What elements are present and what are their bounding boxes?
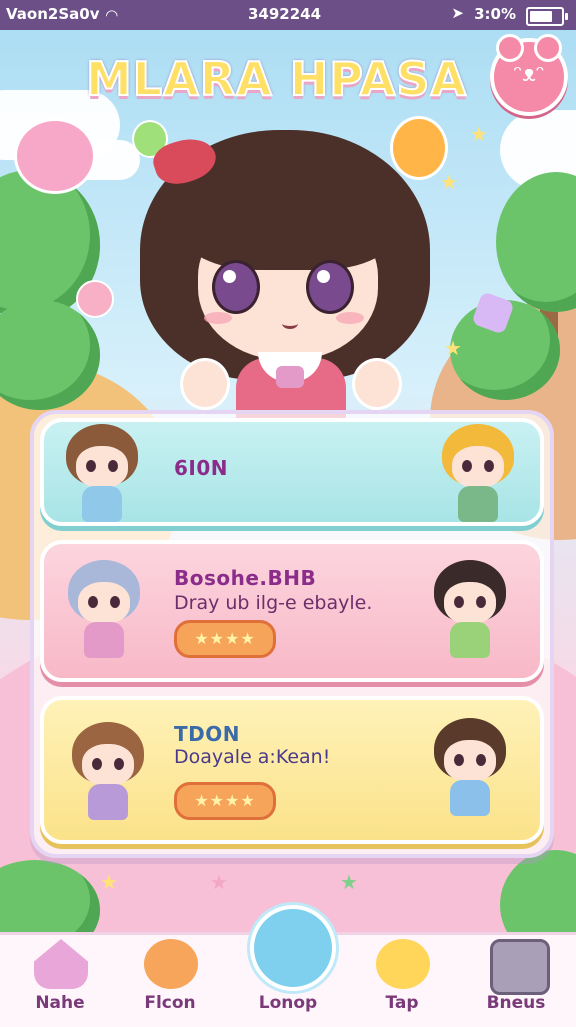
nav-label: Bneus: [486, 993, 546, 1013]
nav-item-flcon[interactable]: Flcon: [120, 935, 220, 1027]
bottom-nav: Nahe Flcon Lonop Tap Bneus: [0, 905, 576, 1027]
clock-text: 3492244: [248, 5, 322, 23]
pink-face-balloon: [76, 280, 114, 318]
star-icon: ★: [470, 122, 488, 146]
character-eye: [306, 260, 354, 314]
chibi-avatar-left: [66, 722, 150, 822]
character-bangs: [180, 160, 398, 270]
nav-item-tap[interactable]: Tap: [352, 935, 452, 1027]
bear-face-icon: ᵔᴥᵔ: [513, 62, 545, 87]
chibi-avatar-left: [62, 560, 146, 660]
nav-label: Tap: [385, 993, 419, 1013]
star-rating: ★★★★: [174, 782, 276, 820]
battery-icon: [526, 7, 568, 26]
blush: [336, 312, 364, 324]
character-card-2[interactable]: Bosohe.BHB Dray ub ilg-e ebayle. ★★★★: [40, 540, 544, 682]
character-card-3[interactable]: TDON Doayale a:Kean! ★★★★: [40, 696, 544, 844]
orange-blob-icon: [144, 939, 198, 989]
yellow-cat-icon: [376, 939, 430, 989]
card-subtitle: Dray ub ilg-e ebayle.: [174, 592, 373, 614]
star-icon: ★: [340, 870, 358, 894]
character-ribbon: [276, 366, 304, 388]
pink-bear-balloon: [14, 118, 96, 194]
carrier-text: Vaon2Sa0v: [6, 5, 100, 23]
game-title: MLARA HPASA: [85, 51, 468, 107]
bear-ear-icon: [534, 34, 562, 62]
wifi-icon: ◠: [106, 6, 118, 24]
card-title: Bosohe.BHB: [174, 566, 317, 590]
star-icon: ★: [100, 870, 118, 894]
house-icon: [34, 939, 88, 989]
star-icon: ★: [444, 336, 462, 360]
blush: [204, 312, 232, 324]
card-subtitle: Doayale a:Kean!: [174, 746, 331, 768]
bear-ear-icon: [496, 34, 524, 62]
chibi-avatar-right: [436, 424, 520, 524]
nav-item-home[interactable]: Nahe: [10, 935, 110, 1027]
battery-percent: 3:0%: [474, 5, 516, 23]
chibi-avatar-left: [60, 424, 144, 524]
tree: [496, 172, 576, 312]
chibi-avatar-right: [428, 560, 512, 660]
star-icon: ★: [440, 170, 458, 194]
star-rating: ★★★★: [174, 620, 276, 658]
chibi-avatar-right: [428, 718, 512, 818]
bear-profile-button[interactable]: ᵔᴥᵔ: [490, 34, 568, 116]
location-arrow-icon: ➤: [451, 4, 464, 22]
card-title: TDON: [174, 722, 240, 746]
nav-label: Nahe: [35, 993, 85, 1013]
nav-item-bneus[interactable]: Bneus: [466, 935, 566, 1027]
character-arm: [352, 358, 402, 410]
nav-item-lonop[interactable]: Lonop: [238, 905, 338, 1027]
machine-icon: [490, 939, 550, 995]
blue-blob-icon: [250, 905, 336, 991]
nav-label: Lonop: [258, 993, 318, 1013]
card-title: 6I0N: [174, 456, 229, 480]
nav-label: Flcon: [144, 993, 196, 1013]
character-card-1[interactable]: 6I0N: [40, 418, 544, 526]
star-icon: ★: [210, 870, 228, 894]
character-arm: [180, 358, 230, 410]
status-bar: Vaon2Sa0v ◠ 3492244 ➤ 3:0%: [0, 0, 576, 30]
character-mouth: [282, 318, 298, 329]
character-eye: [212, 260, 260, 314]
